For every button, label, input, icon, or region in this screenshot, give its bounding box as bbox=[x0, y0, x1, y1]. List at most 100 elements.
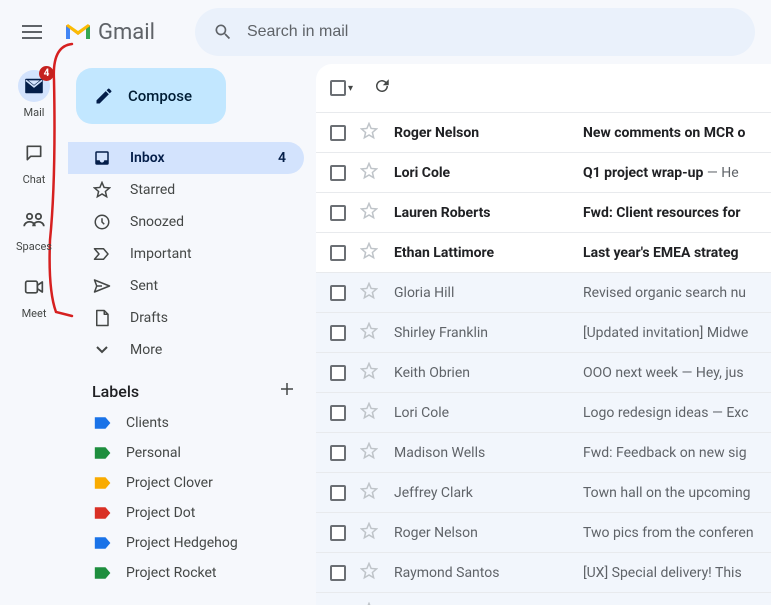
nav-sent-label: Sent bbox=[130, 278, 158, 294]
compose-label: Compose bbox=[128, 87, 192, 105]
nav-more-label: More bbox=[130, 342, 162, 358]
gmail-logo[interactable]: Gmail bbox=[64, 20, 155, 45]
mini-nav-meet-label: Meet bbox=[22, 307, 47, 320]
email-row[interactable]: Raymond Santos [UX] Special delivery! Th… bbox=[316, 552, 771, 592]
email-subject: Logo redesign ideas — Exc bbox=[583, 405, 771, 421]
email-sender: Shirley Franklin bbox=[394, 325, 569, 341]
email-row[interactable]: Jeffrey Clark Town hall on the upcoming bbox=[316, 472, 771, 512]
chat-icon bbox=[24, 143, 44, 163]
email-checkbox[interactable] bbox=[330, 165, 346, 181]
email-subject: New comments on MCR o bbox=[583, 125, 771, 141]
email-checkbox[interactable] bbox=[330, 125, 346, 141]
email-checkbox[interactable] bbox=[330, 285, 346, 301]
mini-nav-spaces[interactable]: Spaces bbox=[0, 204, 68, 253]
mini-nav-mail-label: Mail bbox=[24, 106, 45, 119]
star-toggle[interactable] bbox=[360, 602, 380, 605]
refresh-button[interactable] bbox=[373, 77, 391, 99]
email-sender: Lauren Roberts bbox=[394, 205, 569, 221]
email-row[interactable]: Lori Cole Q1 project wrap-up — He bbox=[316, 152, 771, 192]
search-input[interactable] bbox=[247, 23, 737, 41]
nav-drafts-label: Drafts bbox=[130, 310, 168, 326]
mini-nav-chat[interactable]: Chat bbox=[0, 137, 68, 186]
email-checkbox[interactable] bbox=[330, 365, 346, 381]
email-subject: [Updated invitation] Midwe bbox=[583, 325, 771, 341]
email-checkbox[interactable] bbox=[330, 485, 346, 501]
compose-button[interactable]: Compose bbox=[76, 68, 226, 124]
star-toggle[interactable] bbox=[360, 242, 380, 264]
nav-starred-label: Starred bbox=[130, 182, 175, 198]
star-toggle[interactable] bbox=[360, 442, 380, 464]
email-row[interactable]: Lauren, me 2 Re: Project Skylight 1-page bbox=[316, 592, 771, 605]
star-toggle[interactable] bbox=[360, 562, 380, 584]
star-toggle[interactable] bbox=[360, 522, 380, 544]
email-row[interactable]: Shirley Franklin [Updated invitation] Mi… bbox=[316, 312, 771, 352]
email-row[interactable]: Roger Nelson New comments on MCR o bbox=[316, 112, 771, 152]
nav-starred[interactable]: Starred bbox=[68, 174, 304, 206]
email-subject: Revised organic search nu bbox=[583, 285, 771, 301]
nav-sent[interactable]: Sent bbox=[68, 270, 304, 302]
mini-nav-meet[interactable]: Meet bbox=[0, 271, 68, 320]
email-checkbox[interactable] bbox=[330, 245, 346, 261]
star-toggle[interactable] bbox=[360, 122, 380, 144]
star-toggle[interactable] bbox=[360, 362, 380, 384]
sent-icon bbox=[92, 278, 112, 294]
email-row[interactable]: Lauren Roberts Fwd: Client resources for bbox=[316, 192, 771, 232]
label-project-rocket[interactable]: Project Rocket bbox=[68, 558, 316, 588]
star-toggle[interactable] bbox=[360, 282, 380, 304]
spaces-icon bbox=[23, 212, 45, 228]
label-name: Project Dot bbox=[126, 505, 195, 521]
nav-snoozed-label: Snoozed bbox=[130, 214, 184, 230]
select-all-checkbox[interactable]: ▾ bbox=[330, 80, 353, 96]
email-sender: Madison Wells bbox=[394, 445, 569, 461]
email-checkbox[interactable] bbox=[330, 325, 346, 341]
email-checkbox[interactable] bbox=[330, 525, 346, 541]
nav-inbox[interactable]: Inbox 4 bbox=[68, 142, 304, 174]
labels-heading: Labels bbox=[92, 382, 139, 401]
email-row[interactable]: Ethan Lattimore Last year's EMEA strateg bbox=[316, 232, 771, 272]
email-sender: Lori Cole bbox=[394, 165, 569, 181]
label-project-dot[interactable]: Project Dot bbox=[68, 498, 316, 528]
important-icon bbox=[92, 247, 112, 261]
label-project-hedgehog[interactable]: Project Hedgehog bbox=[68, 528, 316, 558]
email-subject: Two pics from the conferen bbox=[583, 525, 771, 541]
mini-nav-spaces-label: Spaces bbox=[16, 240, 52, 253]
email-row[interactable]: Gloria Hill Revised organic search nu bbox=[316, 272, 771, 312]
label-name: Project Rocket bbox=[126, 565, 216, 581]
star-toggle[interactable] bbox=[360, 162, 380, 184]
label-project-clover[interactable]: Project Clover bbox=[68, 468, 316, 498]
email-checkbox[interactable] bbox=[330, 445, 346, 461]
star-toggle[interactable] bbox=[360, 202, 380, 224]
label-clients[interactable]: Clients bbox=[68, 408, 316, 438]
nav-important[interactable]: Important bbox=[68, 238, 304, 270]
email-row[interactable]: Roger Nelson Two pics from the conferen bbox=[316, 512, 771, 552]
search-bar[interactable] bbox=[195, 8, 755, 56]
gmail-m-icon bbox=[64, 21, 92, 43]
label-name: Project Hedgehog bbox=[126, 535, 238, 551]
email-checkbox[interactable] bbox=[330, 565, 346, 581]
email-checkbox[interactable] bbox=[330, 405, 346, 421]
star-toggle[interactable] bbox=[360, 482, 380, 504]
label-icon bbox=[94, 416, 110, 430]
star-icon bbox=[92, 181, 112, 199]
email-row[interactable]: Keith Obrien OOO next week — Hey, jus bbox=[316, 352, 771, 392]
email-checkbox[interactable] bbox=[330, 205, 346, 221]
inbox-icon bbox=[92, 149, 112, 167]
email-row[interactable]: Lori Cole Logo redesign ideas — Exc bbox=[316, 392, 771, 432]
mini-nav-mail[interactable]: 4 Mail bbox=[0, 70, 68, 119]
email-row[interactable]: Madison Wells Fwd: Feedback on new sig bbox=[316, 432, 771, 472]
nav-drafts[interactable]: Drafts bbox=[68, 302, 304, 334]
nav-more[interactable]: More bbox=[68, 334, 304, 366]
star-toggle[interactable] bbox=[360, 402, 380, 424]
label-name: Personal bbox=[126, 445, 181, 461]
select-dropdown-caret[interactable]: ▾ bbox=[348, 83, 353, 94]
mail-badge: 4 bbox=[39, 66, 54, 81]
add-label-button[interactable] bbox=[278, 380, 296, 402]
email-sender: Roger Nelson bbox=[394, 525, 569, 541]
label-personal[interactable]: Personal bbox=[68, 438, 316, 468]
email-subject: Town hall on the upcoming bbox=[583, 485, 771, 501]
nav-snoozed[interactable]: Snoozed bbox=[68, 206, 304, 238]
mail-icon bbox=[24, 78, 44, 94]
gmail-text: Gmail bbox=[98, 20, 155, 45]
star-toggle[interactable] bbox=[360, 322, 380, 344]
main-menu-button[interactable] bbox=[8, 8, 56, 56]
